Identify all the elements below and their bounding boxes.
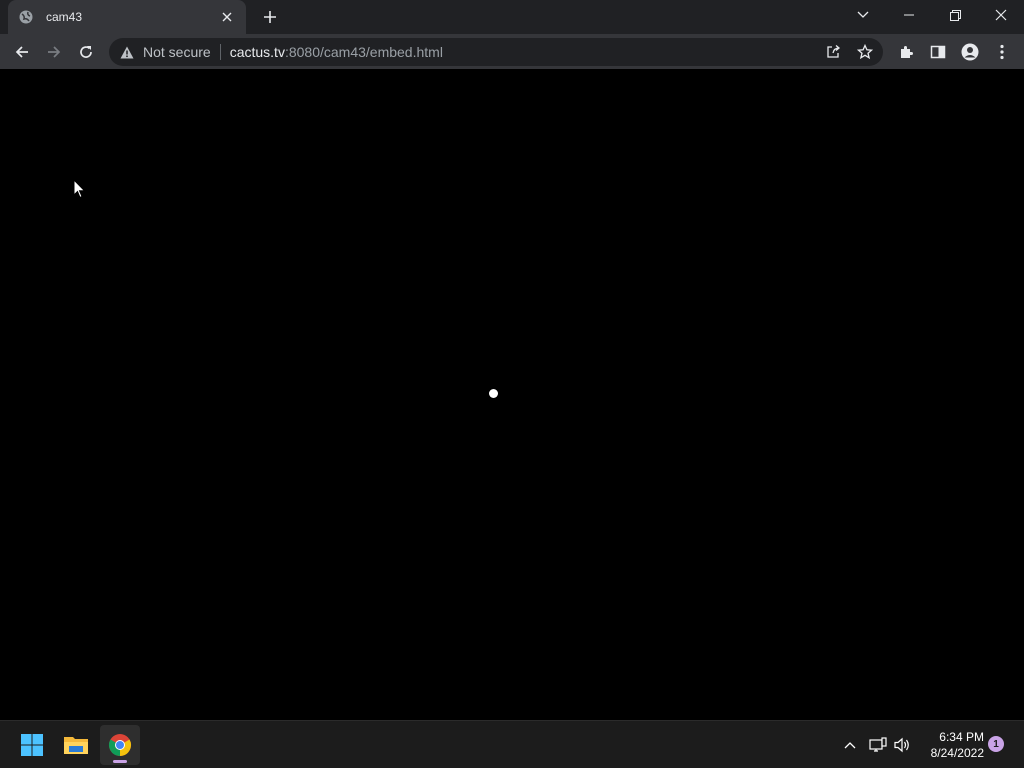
- reload-button[interactable]: [72, 38, 100, 66]
- chevron-down-icon: [857, 11, 869, 18]
- clock-time: 6:34 PM: [939, 730, 984, 744]
- bookmark-star-icon[interactable]: [857, 44, 873, 60]
- chrome-icon: [109, 734, 131, 756]
- notification-badge[interactable]: 1: [988, 736, 1004, 752]
- clock-date: 8/24/2022: [930, 746, 984, 760]
- show-hidden-icons-button[interactable]: [840, 735, 860, 755]
- tab-close-icon[interactable]: [218, 8, 236, 26]
- url-text[interactable]: cactus.tv:8080/cam43/embed.html: [230, 44, 443, 60]
- start-icon: [21, 734, 43, 756]
- page-content: [0, 71, 1024, 720]
- volume-icon[interactable]: [892, 735, 912, 755]
- url-path: :8080/cam43/embed.html: [284, 44, 443, 60]
- tab-strip: cam43: [0, 0, 1024, 34]
- forward-arrow-icon: [48, 46, 61, 58]
- minimize-icon: [904, 14, 914, 16]
- browser-toolbar: Not secure cactus.tv:8080/cam43/embed.ht…: [0, 34, 1024, 70]
- mouse-cursor-icon: [73, 179, 86, 199]
- chevron-up-icon: [844, 742, 856, 749]
- profile-button[interactable]: [956, 38, 984, 66]
- network-icon[interactable]: [868, 735, 888, 755]
- chrome-button[interactable]: [100, 725, 140, 765]
- back-button[interactable]: [8, 38, 36, 66]
- active-app-indicator: [113, 760, 127, 763]
- side-panel-button[interactable]: [924, 38, 952, 66]
- address-bar[interactable]: Not secure cactus.tv:8080/cam43/embed.ht…: [109, 38, 883, 66]
- more-vert-icon: [1000, 44, 1004, 60]
- warning-icon[interactable]: [119, 44, 135, 60]
- menu-button[interactable]: [988, 38, 1016, 66]
- forward-button[interactable]: [40, 38, 68, 66]
- side-panel-icon: [930, 45, 946, 59]
- file-explorer-button[interactable]: [56, 725, 96, 765]
- puzzle-icon: [901, 46, 913, 58]
- file-explorer-icon: [64, 737, 88, 754]
- profile-icon: [961, 43, 979, 61]
- minimize-button[interactable]: [886, 0, 932, 30]
- start-button[interactable]: [12, 725, 52, 765]
- security-label[interactable]: Not secure: [143, 44, 211, 60]
- reload-icon: [80, 46, 92, 58]
- extensions-button[interactable]: [892, 38, 920, 66]
- browser-tab[interactable]: cam43: [8, 0, 246, 34]
- plus-icon: [264, 11, 276, 23]
- loading-indicator: [489, 389, 498, 398]
- url-host: cactus.tv: [229, 44, 285, 60]
- restore-button[interactable]: [932, 0, 978, 30]
- system-clock[interactable]: 6:34 PM 8/24/2022: [918, 729, 984, 761]
- back-arrow-icon: [15, 46, 28, 58]
- close-window-button[interactable]: [978, 0, 1024, 30]
- share-icon[interactable]: [825, 44, 841, 60]
- tab-title: cam43: [46, 10, 83, 24]
- tab-search-button[interactable]: [840, 0, 886, 30]
- close-icon: [995, 9, 1007, 21]
- new-tab-button[interactable]: [258, 5, 282, 29]
- taskbar: 6:34 PM 8/24/2022: [0, 720, 1024, 768]
- globe-icon: [18, 9, 34, 25]
- divider: [219, 44, 221, 60]
- restore-icon: [949, 9, 961, 21]
